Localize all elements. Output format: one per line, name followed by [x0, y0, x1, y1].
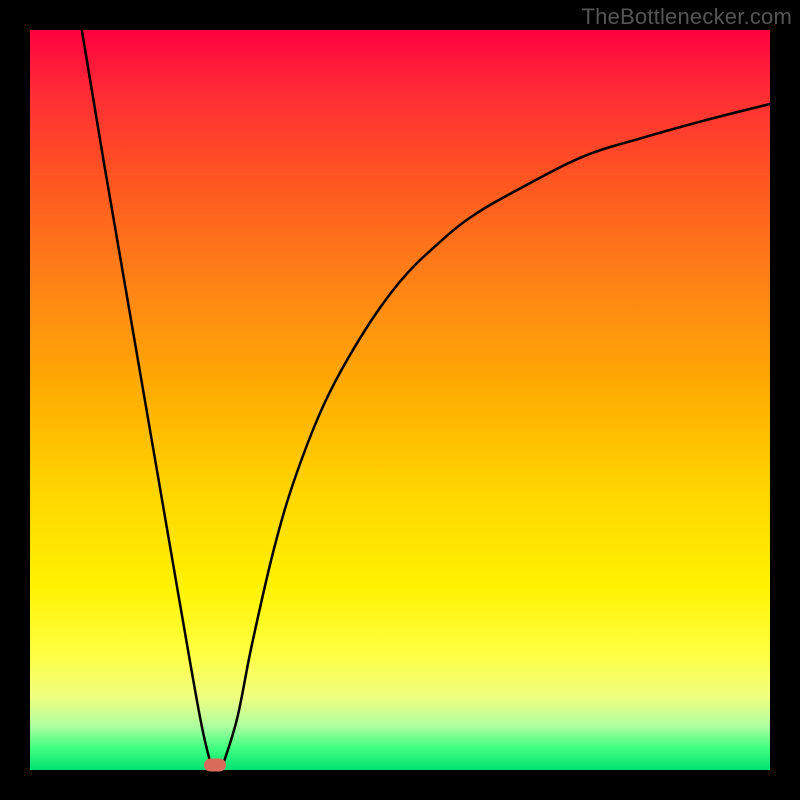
bottleneck-curve	[30, 30, 770, 770]
chart-frame: TheBottlenecker.com	[0, 0, 800, 800]
watermark-text: TheBottlenecker.com	[582, 4, 792, 30]
optimal-point-marker	[204, 758, 226, 771]
plot-area	[30, 30, 770, 770]
